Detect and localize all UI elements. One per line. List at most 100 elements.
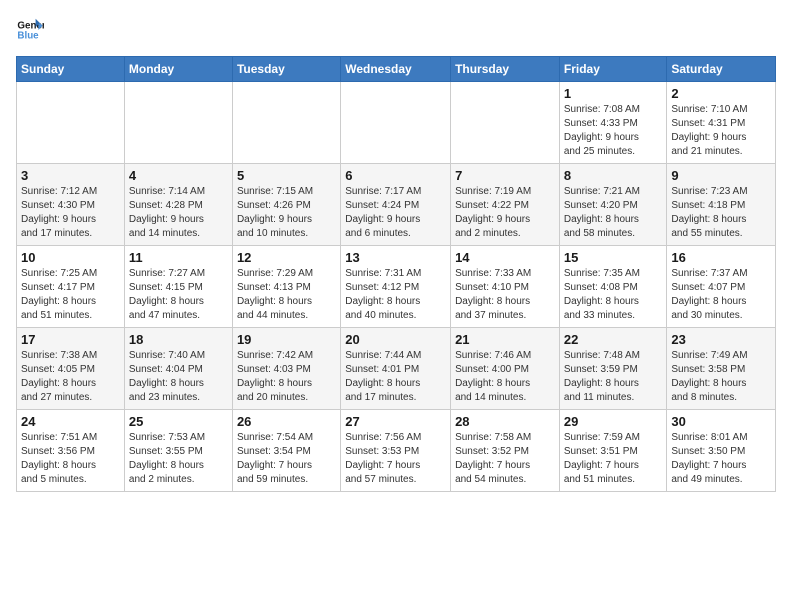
day-number: 21 <box>455 332 555 347</box>
weekday-row: SundayMondayTuesdayWednesdayThursdayFrid… <box>17 57 776 82</box>
calendar-week: 1Sunrise: 7:08 AM Sunset: 4:33 PM Daylig… <box>17 82 776 164</box>
day-number: 24 <box>21 414 120 429</box>
day-info: Sunrise: 7:31 AM Sunset: 4:12 PM Dayligh… <box>345 267 446 323</box>
day-info: Sunrise: 7:17 AM Sunset: 4:24 PM Dayligh… <box>345 185 446 241</box>
calendar-cell: 10Sunrise: 7:25 AM Sunset: 4:17 PM Dayli… <box>17 246 125 328</box>
calendar-cell: 27 Sunrise: 7:56 AM Sunset: 3:53 PM Dayli… <box>341 410 451 492</box>
logo: General Blue <box>16 16 44 44</box>
day-info: Sunrise: 7:27 AM Sunset: 4:15 PM Dayligh… <box>129 267 228 323</box>
day-number: 18 <box>129 332 228 347</box>
calendar-cell: 26 Sunrise: 7:54 AM Sunset: 3:54 PM Dayli… <box>232 410 340 492</box>
day-info: Sunrise: 7:08 AM Sunset: 4:33 PM Dayligh… <box>564 103 663 159</box>
page-container: General Blue SundayMondayTuesdayWednesda… <box>0 0 792 500</box>
svg-text:Blue: Blue <box>17 30 39 41</box>
day-number: 7 <box>455 168 555 183</box>
day-info: Sunrise: 7:56 AM Sunset: 3:53 PM Dayligh… <box>345 431 446 487</box>
calendar-cell: 5Sunrise: 7:15 AM Sunset: 4:26 PM Daylig… <box>232 164 340 246</box>
day-info: Sunrise: 7:38 AM Sunset: 4:05 PM Dayligh… <box>21 349 120 405</box>
calendar-cell: 15 Sunrise: 7:35 AM Sunset: 4:08 PM Dayli… <box>559 246 667 328</box>
weekday-header: Monday <box>124 57 232 82</box>
day-info: Sunrise: 7:33 AM Sunset: 4:10 PM Dayligh… <box>455 267 555 323</box>
calendar-week: 10Sunrise: 7:25 AM Sunset: 4:17 PM Dayli… <box>17 246 776 328</box>
day-info: Sunrise: 7:46 AM Sunset: 4:00 PM Dayligh… <box>455 349 555 405</box>
calendar-cell: 4 Sunrise: 7:14 AM Sunset: 4:28 PM Daylig… <box>124 164 232 246</box>
day-number: 8 <box>564 168 663 183</box>
day-number: 3 <box>21 168 120 183</box>
day-number: 16 <box>671 250 771 265</box>
calendar-cell: 3 Sunrise: 7:12 AM Sunset: 4:30 PM Daylig… <box>17 164 125 246</box>
day-info: Sunrise: 7:42 AM Sunset: 4:03 PM Dayligh… <box>237 349 336 405</box>
day-number: 20 <box>345 332 446 347</box>
day-info: Sunrise: 7:14 AM Sunset: 4:28 PM Dayligh… <box>129 185 228 241</box>
day-number: 9 <box>671 168 771 183</box>
calendar-cell: 7 Sunrise: 7:19 AM Sunset: 4:22 PM Daylig… <box>451 164 560 246</box>
calendar-cell: 30 Sunrise: 8:01 AM Sunset: 3:50 PM Dayli… <box>667 410 776 492</box>
day-info: Sunrise: 7:12 AM Sunset: 4:30 PM Dayligh… <box>21 185 120 241</box>
day-number: 25 <box>129 414 228 429</box>
day-info: Sunrise: 7:23 AM Sunset: 4:18 PM Dayligh… <box>671 185 771 241</box>
day-number: 22 <box>564 332 663 347</box>
calendar-cell <box>341 82 451 164</box>
day-number: 19 <box>237 332 336 347</box>
day-number: 29 <box>564 414 663 429</box>
calendar-cell: 29 Sunrise: 7:59 AM Sunset: 3:51 PM Dayli… <box>559 410 667 492</box>
weekday-header: Tuesday <box>232 57 340 82</box>
logo-icon: General Blue <box>16 16 44 44</box>
day-number: 11 <box>129 250 228 265</box>
calendar-week: 3 Sunrise: 7:12 AM Sunset: 4:30 PM Daylig… <box>17 164 776 246</box>
day-info: Sunrise: 7:19 AM Sunset: 4:22 PM Dayligh… <box>455 185 555 241</box>
calendar-cell: 1Sunrise: 7:08 AM Sunset: 4:33 PM Daylig… <box>559 82 667 164</box>
calendar-cell: 17 Sunrise: 7:38 AM Sunset: 4:05 PM Dayli… <box>17 328 125 410</box>
calendar-cell: 8 Sunrise: 7:21 AM Sunset: 4:20 PM Daylig… <box>559 164 667 246</box>
day-info: Sunrise: 7:59 AM Sunset: 3:51 PM Dayligh… <box>564 431 663 487</box>
day-number: 26 <box>237 414 336 429</box>
weekday-header: Thursday <box>451 57 560 82</box>
day-info: Sunrise: 8:01 AM Sunset: 3:50 PM Dayligh… <box>671 431 771 487</box>
day-number: 6 <box>345 168 446 183</box>
calendar-cell: 6 Sunrise: 7:17 AM Sunset: 4:24 PM Daylig… <box>341 164 451 246</box>
day-number: 17 <box>21 332 120 347</box>
calendar-cell <box>17 82 125 164</box>
weekday-header: Sunday <box>17 57 125 82</box>
calendar-cell: 11 Sunrise: 7:27 AM Sunset: 4:15 PM Dayli… <box>124 246 232 328</box>
calendar-cell: 25 Sunrise: 7:53 AM Sunset: 3:55 PM Dayli… <box>124 410 232 492</box>
day-info: Sunrise: 7:53 AM Sunset: 3:55 PM Dayligh… <box>129 431 228 487</box>
day-number: 13 <box>345 250 446 265</box>
day-number: 4 <box>129 168 228 183</box>
day-info: Sunrise: 7:49 AM Sunset: 3:58 PM Dayligh… <box>671 349 771 405</box>
day-info: Sunrise: 7:48 AM Sunset: 3:59 PM Dayligh… <box>564 349 663 405</box>
day-number: 12 <box>237 250 336 265</box>
calendar-cell: 2 Sunrise: 7:10 AM Sunset: 4:31 PM Daylig… <box>667 82 776 164</box>
calendar-cell: 12 Sunrise: 7:29 AM Sunset: 4:13 PM Dayli… <box>232 246 340 328</box>
calendar-cell: 20 Sunrise: 7:44 AM Sunset: 4:01 PM Dayli… <box>341 328 451 410</box>
day-info: Sunrise: 7:35 AM Sunset: 4:08 PM Dayligh… <box>564 267 663 323</box>
day-info: Sunrise: 7:15 AM Sunset: 4:26 PM Dayligh… <box>237 185 336 241</box>
calendar-cell: 19 Sunrise: 7:42 AM Sunset: 4:03 PM Dayli… <box>232 328 340 410</box>
calendar-cell: 21 Sunrise: 7:46 AM Sunset: 4:00 PM Dayli… <box>451 328 560 410</box>
day-info: Sunrise: 7:29 AM Sunset: 4:13 PM Dayligh… <box>237 267 336 323</box>
day-number: 2 <box>671 86 771 101</box>
day-info: Sunrise: 7:40 AM Sunset: 4:04 PM Dayligh… <box>129 349 228 405</box>
calendar-header: SundayMondayTuesdayWednesdayThursdayFrid… <box>17 57 776 82</box>
day-info: Sunrise: 7:58 AM Sunset: 3:52 PM Dayligh… <box>455 431 555 487</box>
calendar-cell: 28Sunrise: 7:58 AM Sunset: 3:52 PM Dayli… <box>451 410 560 492</box>
day-info: Sunrise: 7:21 AM Sunset: 4:20 PM Dayligh… <box>564 185 663 241</box>
day-info: Sunrise: 7:44 AM Sunset: 4:01 PM Dayligh… <box>345 349 446 405</box>
day-info: Sunrise: 7:54 AM Sunset: 3:54 PM Dayligh… <box>237 431 336 487</box>
day-number: 15 <box>564 250 663 265</box>
calendar-cell: 18 Sunrise: 7:40 AM Sunset: 4:04 PM Dayli… <box>124 328 232 410</box>
calendar: SundayMondayTuesdayWednesdayThursdayFrid… <box>16 56 776 492</box>
day-number: 23 <box>671 332 771 347</box>
day-number: 27 <box>345 414 446 429</box>
day-number: 30 <box>671 414 771 429</box>
calendar-cell: 13 Sunrise: 7:31 AM Sunset: 4:12 PM Dayli… <box>341 246 451 328</box>
calendar-week: 24 Sunrise: 7:51 AM Sunset: 3:56 PM Dayli… <box>17 410 776 492</box>
day-info: Sunrise: 7:51 AM Sunset: 3:56 PM Dayligh… <box>21 431 120 487</box>
header: General Blue <box>16 16 776 44</box>
weekday-header: Saturday <box>667 57 776 82</box>
calendar-cell <box>124 82 232 164</box>
calendar-cell: 14Sunrise: 7:33 AM Sunset: 4:10 PM Dayli… <box>451 246 560 328</box>
calendar-cell <box>451 82 560 164</box>
calendar-cell: 16Sunrise: 7:37 AM Sunset: 4:07 PM Dayli… <box>667 246 776 328</box>
day-info: Sunrise: 7:10 AM Sunset: 4:31 PM Dayligh… <box>671 103 771 159</box>
